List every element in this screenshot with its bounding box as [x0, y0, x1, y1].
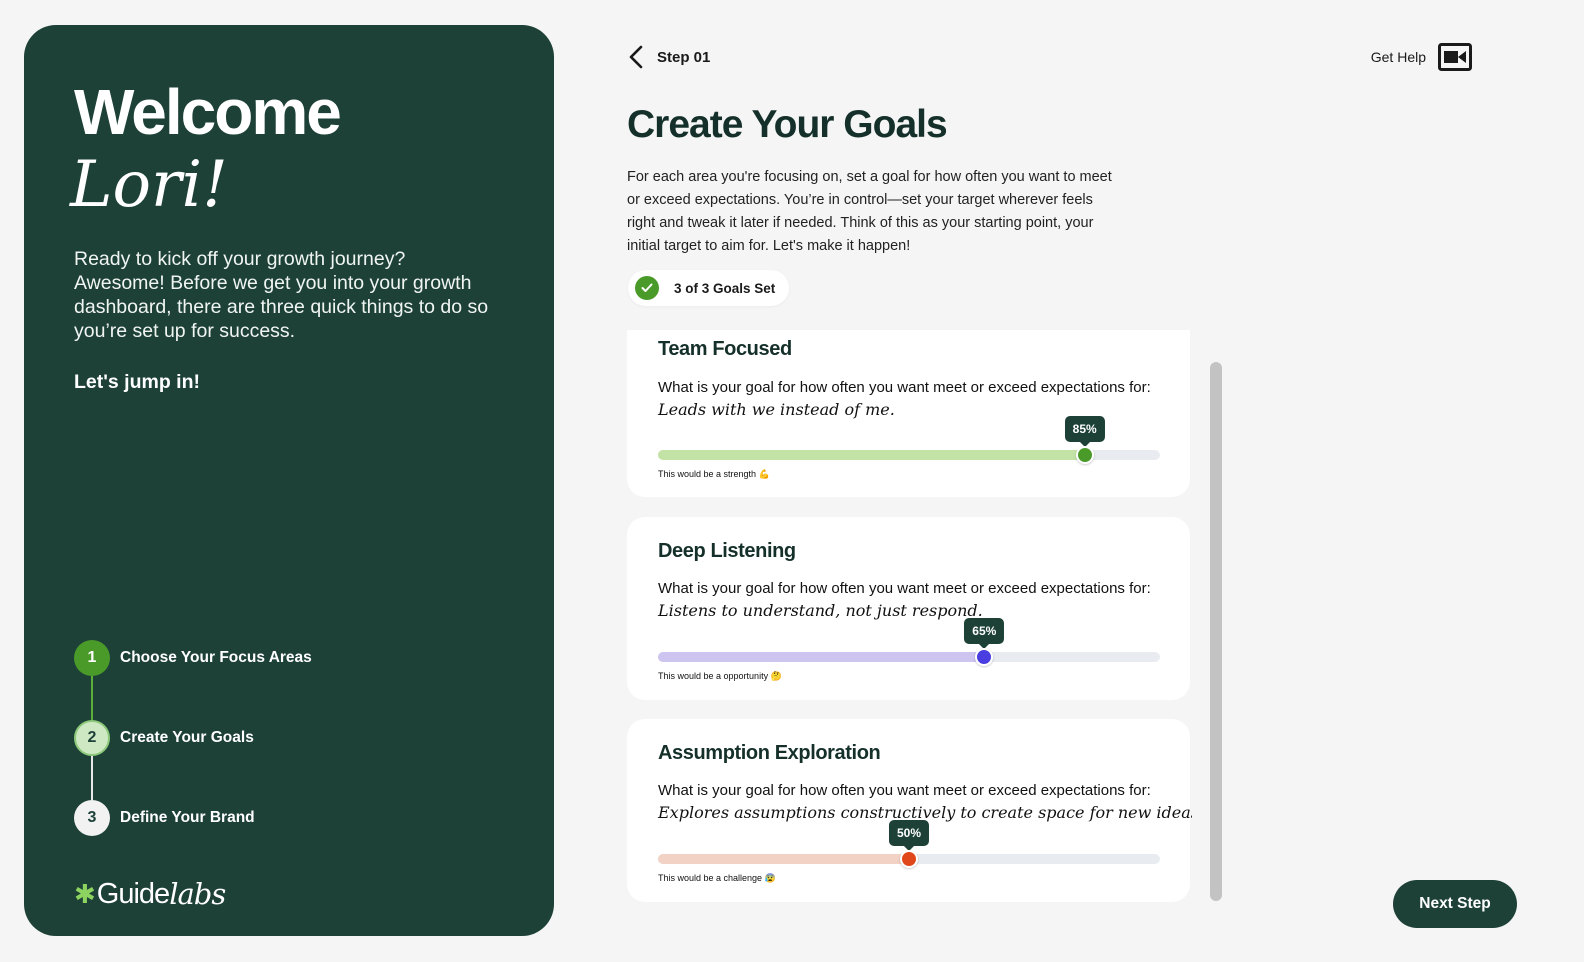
goal-behavior: Listens to understand, not just respond. — [658, 601, 983, 620]
slider-fill — [658, 854, 909, 864]
slider-thumb[interactable] — [900, 850, 918, 868]
goal-note: This would be a challenge 😰 — [658, 873, 776, 883]
page-title: Create Your Goals — [627, 103, 948, 146]
goal-slider[interactable]: 85% — [658, 416, 1160, 464]
back-button[interactable]: Step 01 — [627, 44, 710, 70]
step-connector — [91, 756, 93, 800]
step-label: Choose Your Focus Areas — [120, 649, 312, 666]
goal-question: What is your goal for how often you want… — [658, 580, 1151, 597]
welcome-panel: Welcome Lori! Ready to kick off your gro… — [24, 25, 554, 936]
step-number-badge: 1 — [74, 640, 110, 676]
step-indicator: Step 01 — [657, 48, 711, 66]
goal-card: Deep Listening What is your goal for how… — [627, 517, 1190, 700]
goal-question: What is your goal for how often you want… — [658, 782, 1151, 799]
step-choose-focus-areas[interactable]: 1 Choose Your Focus Areas — [74, 640, 312, 676]
welcome-heading: Welcome — [74, 76, 342, 148]
slider-fill — [658, 450, 1085, 460]
goal-behavior: Leads with we instead of me. — [658, 400, 895, 419]
goal-slider[interactable]: 50% — [658, 820, 1160, 868]
goal-card: Team Focused What is your goal for how o… — [627, 330, 1190, 497]
goal-note: This would be a opportunity 🤔 — [658, 671, 782, 681]
goal-title: Team Focused — [658, 338, 792, 360]
slider-value-tooltip: 65% — [964, 618, 1005, 649]
check-icon — [635, 276, 659, 300]
chevron-left-icon — [629, 45, 643, 69]
step-connector — [91, 676, 93, 720]
slider-fill — [658, 652, 985, 662]
step-label: Create Your Goals — [120, 729, 254, 746]
intro-text: Ready to kick off your growth journey? A… — [74, 248, 489, 342]
logo-labs-text: labs — [169, 877, 226, 911]
step-number-badge: 3 — [74, 800, 110, 836]
asterisk-leaf-icon: ✱ — [74, 878, 96, 909]
slider-value-tooltip: 50% — [888, 820, 930, 851]
jump-in-text: Let's jump in! — [74, 371, 200, 393]
step-number-badge: 2 — [74, 720, 110, 756]
goal-title: Deep Listening — [658, 540, 796, 562]
video-camera-icon — [1438, 43, 1472, 71]
page-description: For each area you're focusing on, set a … — [627, 169, 1112, 254]
slider-thumb[interactable] — [975, 648, 994, 666]
cards-scrollbar[interactable] — [1210, 362, 1222, 901]
slider-thumb[interactable] — [1075, 446, 1094, 464]
goal-card: Assumption Exploration What is your goal… — [627, 719, 1192, 902]
step-define-brand[interactable]: 3 Define Your Brand — [74, 800, 255, 836]
goal-slider[interactable]: 65% — [658, 618, 1160, 666]
guidelabs-logo: ✱ Guide labs — [74, 877, 226, 911]
goal-cards-list: Team Focused What is your goal for how o… — [627, 330, 1192, 902]
goal-note: This would be a strength 💪 — [658, 469, 770, 479]
goal-title: Assumption Exploration — [658, 742, 881, 764]
goals-status-text: 3 of 3 Goals Set — [674, 280, 776, 296]
step-label: Define Your Brand — [120, 809, 255, 826]
get-help-label: Get Help — [1370, 49, 1426, 65]
next-step-button[interactable]: Next Step — [1393, 880, 1517, 928]
goal-question: What is your goal for how often you want… — [658, 379, 1151, 396]
slider-value-tooltip: 85% — [1064, 416, 1105, 447]
get-help-button[interactable]: Get Help — [1371, 43, 1472, 71]
logo-guide-text: Guide — [96, 877, 170, 910]
step-create-goals[interactable]: 2 Create Your Goals — [74, 720, 254, 756]
goals-status-badge: 3 of 3 Goals Set — [628, 270, 789, 306]
user-name: Lori! — [70, 148, 228, 222]
